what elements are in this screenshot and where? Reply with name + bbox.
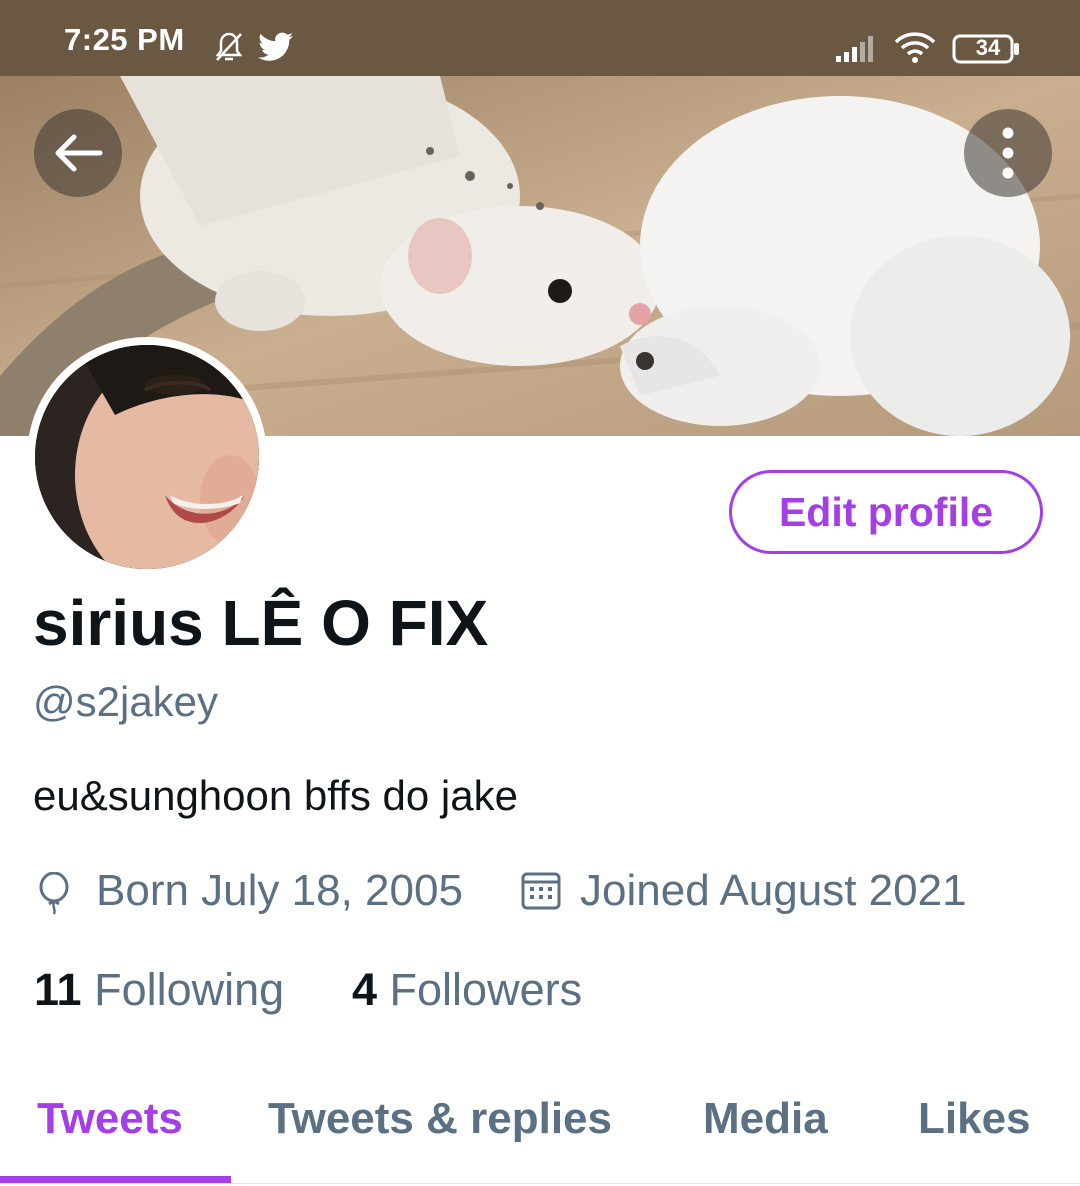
user-bio: eu&sunghoon bffs do jake: [33, 772, 518, 819]
battery-level: 34: [975, 35, 1001, 60]
status-bar: 7:25 PM 34: [0, 0, 1080, 76]
followers-count: 4: [352, 964, 378, 1015]
tab-tweets-replies[interactable]: Tweets & replies: [268, 1094, 612, 1144]
user-handle: @s2jakey: [33, 678, 219, 725]
followers-label: Followers: [389, 964, 583, 1015]
tab-divider: [0, 1183, 1080, 1184]
avatar-photo: [35, 345, 259, 569]
calendar-icon: [520, 870, 562, 917]
birth-date: Born July 18, 2005: [96, 866, 463, 915]
status-time: 7:25 PM: [64, 22, 185, 57]
followers-link[interactable]: 4 Followers: [352, 964, 582, 1016]
display-name: sirius LÊ O FIX: [33, 587, 489, 659]
more-options-button[interactable]: [964, 109, 1052, 197]
arrow-left-icon: [55, 134, 103, 172]
edit-profile-button[interactable]: Edit profile: [729, 470, 1043, 554]
tab-tweets[interactable]: Tweets: [37, 1094, 183, 1144]
muted-bell-icon: [212, 30, 246, 69]
balloon-icon: [36, 871, 72, 921]
following-label: Following: [94, 964, 285, 1015]
wifi-icon: [894, 32, 936, 69]
back-button[interactable]: [34, 109, 122, 197]
tab-media[interactable]: Media: [703, 1094, 828, 1144]
vertical-dots-icon: [1002, 127, 1014, 179]
profile-avatar[interactable]: [27, 337, 267, 577]
tab-likes[interactable]: Likes: [918, 1094, 1031, 1144]
signal-icon: [836, 34, 880, 67]
following-count: 11: [34, 964, 82, 1015]
join-date: Joined August 2021: [580, 866, 967, 915]
following-link[interactable]: 11 Following: [34, 964, 284, 1016]
twitter-bird-icon: [258, 32, 294, 67]
